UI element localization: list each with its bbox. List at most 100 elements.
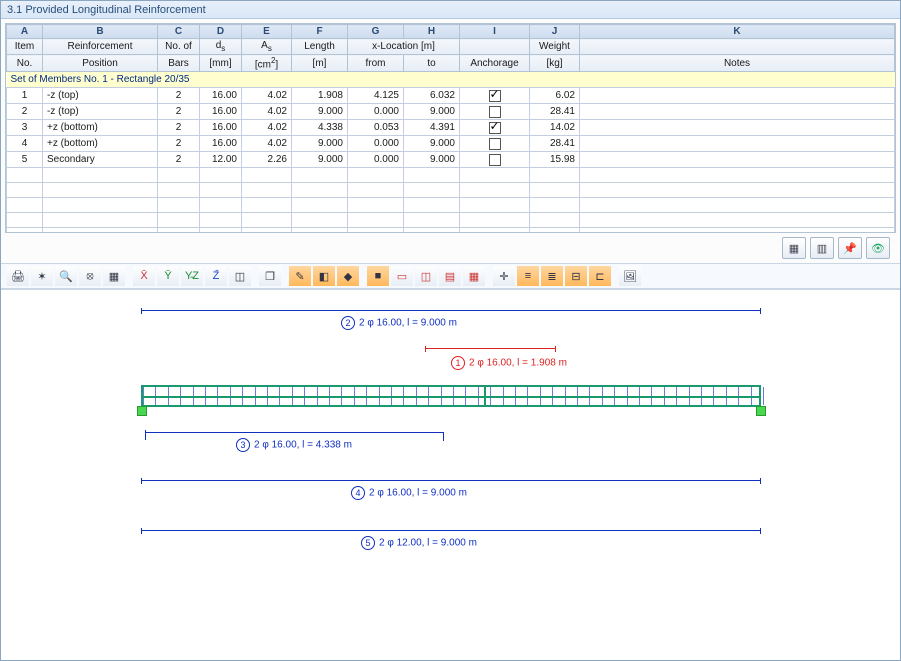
cell-notes[interactable] <box>580 136 895 152</box>
col-letter[interactable]: B <box>43 25 158 39</box>
cell-no[interactable]: 2 <box>7 104 43 120</box>
bar-button-4[interactable]: ⊏ <box>589 266 611 286</box>
print-button[interactable]: 🖨 <box>7 266 29 286</box>
zoom-reset-button[interactable]: ⦻ <box>79 266 101 286</box>
cell-as[interactable]: 4.02 <box>242 104 292 120</box>
cell-ds[interactable]: 16.00 <box>200 104 242 120</box>
anchorage-checkbox[interactable] <box>489 90 501 102</box>
table-row[interactable]: 1-z (top)216.004.021.9084.1256.0326.02 <box>7 88 895 104</box>
cell-as[interactable]: 4.02 <box>242 120 292 136</box>
cell-pos[interactable]: +z (bottom) <box>43 136 158 152</box>
mode-button-2[interactable]: ◧ <box>313 266 335 286</box>
cell-len[interactable]: 9.000 <box>292 136 348 152</box>
col-letter[interactable]: A <box>7 25 43 39</box>
cell-to[interactable]: 9.000 <box>404 104 460 120</box>
anchorage-checkbox[interactable] <box>489 106 501 118</box>
cell-anchorage[interactable] <box>460 104 530 120</box>
cell-anchorage[interactable] <box>460 136 530 152</box>
cell-from[interactable]: 0.000 <box>348 152 404 168</box>
cell-bars[interactable]: 2 <box>158 104 200 120</box>
cell-from[interactable]: 4.125 <box>348 88 404 104</box>
cell-to[interactable]: 9.000 <box>404 136 460 152</box>
cell-weight[interactable]: 15.98 <box>530 152 580 168</box>
export-button[interactable]: ▦ <box>782 237 806 259</box>
col-letter[interactable]: H <box>404 25 460 39</box>
cell-notes[interactable] <box>580 104 895 120</box>
cell-pos[interactable]: -z (top) <box>43 88 158 104</box>
cell-no[interactable]: 3 <box>7 120 43 136</box>
cell-weight[interactable]: 28.41 <box>530 136 580 152</box>
zoom-button[interactable]: 🔍 <box>55 266 77 286</box>
axes-icon[interactable]: ✛ <box>493 266 515 286</box>
cell-len[interactable]: 4.338 <box>292 120 348 136</box>
reinforcement-table[interactable]: A B C D E F G H I J K Item Reinforcement… <box>6 24 895 233</box>
mode-button-3[interactable]: ◆ <box>337 266 359 286</box>
bar-button-1[interactable]: ≡ <box>517 266 539 286</box>
grid-button[interactable]: ▦ <box>103 266 125 286</box>
axis-yz-button[interactable]: Y̵Z <box>181 266 203 286</box>
anchorage-checkbox[interactable] <box>489 122 501 134</box>
cell-no[interactable]: 4 <box>7 136 43 152</box>
layout-button-3[interactable]: ▤ <box>439 266 461 286</box>
pin-button[interactable]: 📌 <box>838 237 862 259</box>
view-button[interactable]: 👁 <box>866 237 890 259</box>
cell-from[interactable]: 0.000 <box>348 136 404 152</box>
col-letter[interactable]: J <box>530 25 580 39</box>
table-scroll[interactable]: A B C D E F G H I J K Item Reinforcement… <box>5 23 896 233</box>
cell-to[interactable]: 6.032 <box>404 88 460 104</box>
cell-no[interactable]: 1 <box>7 88 43 104</box>
section-row[interactable]: Set of Members No. 1 - Rectangle 20/35 <box>7 72 895 88</box>
col-letter[interactable]: E <box>242 25 292 39</box>
cell-as[interactable]: 4.02 <box>242 136 292 152</box>
cell-ds[interactable]: 16.00 <box>200 120 242 136</box>
bar-button-3[interactable]: ⊟ <box>565 266 587 286</box>
anchorage-checkbox[interactable] <box>489 154 501 166</box>
section-view-button[interactable]: ■ <box>367 266 389 286</box>
cell-anchorage[interactable] <box>460 120 530 136</box>
cell-pos[interactable]: +z (bottom) <box>43 120 158 136</box>
cell-to[interactable]: 4.391 <box>404 120 460 136</box>
cell-len[interactable]: 9.000 <box>292 104 348 120</box>
col-letter[interactable]: C <box>158 25 200 39</box>
cell-anchorage[interactable] <box>460 152 530 168</box>
cell-weight[interactable]: 6.02 <box>530 88 580 104</box>
table-row[interactable]: 3+z (bottom)216.004.024.3380.0534.391 14.… <box>7 120 895 136</box>
axis-x-button[interactable]: X̄ <box>133 266 155 286</box>
axis-y-button[interactable]: Ȳ <box>157 266 179 286</box>
cell-pos[interactable]: Secondary <box>43 152 158 168</box>
cell-to[interactable]: 9.000 <box>404 152 460 168</box>
copy-button[interactable]: ❐ <box>259 266 281 286</box>
anchorage-checkbox[interactable] <box>489 138 501 150</box>
cell-from[interactable]: 0.053 <box>348 120 404 136</box>
render-button[interactable]: 🖼 <box>619 266 641 286</box>
cell-weight[interactable]: 14.02 <box>530 120 580 136</box>
cell-notes[interactable] <box>580 120 895 136</box>
table-row[interactable]: 2-z (top)216.004.029.0000.0009.00028.41 <box>7 104 895 120</box>
cell-bars[interactable]: 2 <box>158 88 200 104</box>
iso-button[interactable]: ◫ <box>229 266 251 286</box>
col-letter[interactable]: F <box>292 25 348 39</box>
layout-button-1[interactable]: ▭ <box>391 266 413 286</box>
col-letter[interactable]: I <box>460 25 530 39</box>
cell-ds[interactable]: 12.00 <box>200 152 242 168</box>
cell-len[interactable]: 9.000 <box>292 152 348 168</box>
cell-bars[interactable]: 2 <box>158 136 200 152</box>
cell-pos[interactable]: -z (top) <box>43 104 158 120</box>
cell-as[interactable]: 2.26 <box>242 152 292 168</box>
cell-len[interactable]: 1.908 <box>292 88 348 104</box>
col-letter[interactable]: K <box>580 25 895 39</box>
cell-bars[interactable]: 2 <box>158 152 200 168</box>
cell-anchorage[interactable] <box>460 88 530 104</box>
tool-button[interactable]: ✶ <box>31 266 53 286</box>
cell-ds[interactable]: 16.00 <box>200 136 242 152</box>
bar-button-2[interactable]: ≣ <box>541 266 563 286</box>
layout-button-4[interactable]: ▦ <box>463 266 485 286</box>
cell-notes[interactable] <box>580 88 895 104</box>
cell-from[interactable]: 0.000 <box>348 104 404 120</box>
layout-button-2[interactable]: ◫ <box>415 266 437 286</box>
col-letter[interactable]: G <box>348 25 404 39</box>
cell-bars[interactable]: 2 <box>158 120 200 136</box>
axis-z-button[interactable]: Z̄ <box>205 266 227 286</box>
cell-ds[interactable]: 16.00 <box>200 88 242 104</box>
table-row[interactable]: 5Secondary212.002.269.0000.0009.00015.98 <box>7 152 895 168</box>
